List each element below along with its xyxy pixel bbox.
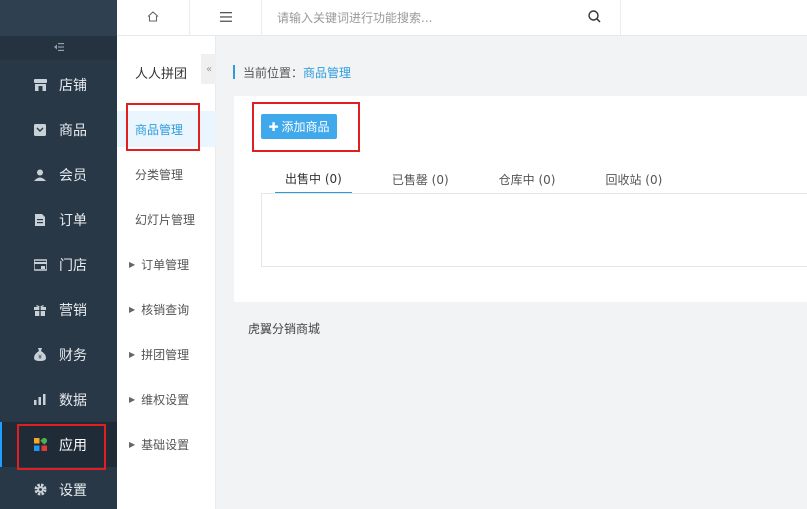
- sidebar-item-label: 店铺: [59, 77, 87, 94]
- logo-area: [0, 0, 117, 36]
- subnav-item-label: 订单管理: [141, 257, 190, 272]
- caret-right-icon: ▶: [129, 439, 136, 449]
- sidebar-item-label: 会员: [59, 167, 87, 184]
- sidebar-item-settings[interactable]: 设置: [0, 467, 117, 509]
- subnav-item-label: 拼团管理: [141, 347, 190, 362]
- subnav-item-label: 维权设置: [141, 392, 190, 407]
- sidebar-item-shop[interactable]: 门店: [0, 242, 117, 287]
- subnav-fold-button[interactable]: «: [201, 54, 217, 84]
- search-bar: [277, 0, 617, 36]
- sidebar-item-label: 营销: [59, 302, 87, 319]
- goods-icon: [33, 123, 47, 137]
- tab-sold-out[interactable]: 已售罄 (0): [382, 164, 459, 194]
- sidebar-item-member[interactable]: 会员: [0, 152, 117, 197]
- collapse-icon[interactable]: [53, 42, 64, 54]
- sidebar-item-finance[interactable]: ¥ 财务: [0, 332, 117, 377]
- highlight-box-goods-management: [126, 103, 200, 151]
- user-icon: [33, 168, 47, 182]
- highlight-box-add-goods: [252, 102, 360, 152]
- tab-content-area: [261, 193, 807, 267]
- subnav-item-label: 分类管理: [135, 167, 184, 182]
- goods-status-tabs: 出售中 (0) 已售罄 (0) 仓库中 (0) 回收站 (0): [275, 164, 702, 194]
- sidebar-item-marketing[interactable]: 营销: [0, 287, 117, 332]
- subnav-item-rights-settings[interactable]: ▶ 维权设置: [117, 381, 216, 417]
- sidebar-item-label: 门店: [59, 257, 87, 274]
- subnav-item-order-management[interactable]: ▶ 订单管理: [117, 246, 216, 282]
- sidebar-item-order[interactable]: 订单: [0, 197, 117, 242]
- search-input[interactable]: [277, 11, 577, 25]
- subnav-item-group-management[interactable]: ▶ 拼团管理: [117, 336, 216, 372]
- subnav-item-label: 幻灯片管理: [135, 212, 196, 227]
- sidebar-item-label: 设置: [59, 482, 87, 499]
- menu-toggle-button[interactable]: [190, 0, 262, 36]
- gift-icon: [33, 303, 47, 317]
- breadcrumb-prefix: 当前位置：: [243, 65, 304, 80]
- double-chevron-left-icon: «: [205, 63, 213, 75]
- sidebar-item-data[interactable]: 数据: [0, 377, 117, 422]
- subnav-item-category-management[interactable]: 分类管理: [117, 156, 216, 192]
- highlight-box-apps: [17, 424, 106, 470]
- subnav-item-verification-query[interactable]: ▶ 核销查询: [117, 291, 216, 327]
- home-button[interactable]: [117, 0, 189, 36]
- header-divider: [620, 0, 621, 36]
- sidebar-item-label: 商品: [59, 122, 87, 139]
- tab-on-sale[interactable]: 出售中 (0): [275, 164, 352, 194]
- order-icon: [33, 213, 47, 227]
- footer-text: 虎翼分销商城: [248, 322, 321, 336]
- search-icon[interactable]: [588, 9, 601, 27]
- sidebar-item-label: 财务: [59, 347, 87, 364]
- tab-warehouse[interactable]: 仓库中 (0): [489, 164, 566, 194]
- caret-right-icon: ▶: [129, 349, 136, 359]
- sidebar-item-goods[interactable]: 商品: [0, 107, 117, 152]
- chart-icon: [33, 393, 47, 407]
- subnav-item-label: 基础设置: [141, 437, 190, 452]
- top-header: [117, 0, 807, 36]
- store-icon: [33, 78, 47, 92]
- breadcrumb-current[interactable]: 商品管理: [303, 64, 351, 81]
- subnav-item-basic-settings[interactable]: ▶ 基础设置: [117, 426, 216, 462]
- subnav-item-label: 核销查询: [141, 302, 190, 317]
- sidebar-item-label: 订单: [59, 212, 87, 229]
- subnav-item-slideshow-management[interactable]: 幻灯片管理: [117, 201, 216, 237]
- hamburger-icon[interactable]: [220, 10, 232, 26]
- tab-recycle-bin[interactable]: 回收站 (0): [595, 164, 672, 194]
- caret-right-icon: ▶: [129, 304, 136, 314]
- caret-right-icon: ▶: [129, 394, 136, 404]
- caret-right-icon: ▶: [129, 259, 136, 269]
- svg-text:¥: ¥: [38, 354, 42, 361]
- breadcrumb: 当前位置： 商品管理: [233, 64, 351, 81]
- gear-icon: [33, 483, 47, 497]
- money-bag-icon: ¥: [33, 348, 47, 362]
- sidebar-item-store[interactable]: 店铺: [0, 62, 117, 107]
- header-divider: [261, 0, 262, 36]
- shop-icon: [33, 258, 47, 272]
- sidebar-item-label: 数据: [59, 392, 87, 409]
- subnav-title: 人人拼团: [135, 67, 188, 82]
- home-icon[interactable]: [147, 10, 159, 26]
- sidebar-collapse-toggle[interactable]: [0, 36, 117, 60]
